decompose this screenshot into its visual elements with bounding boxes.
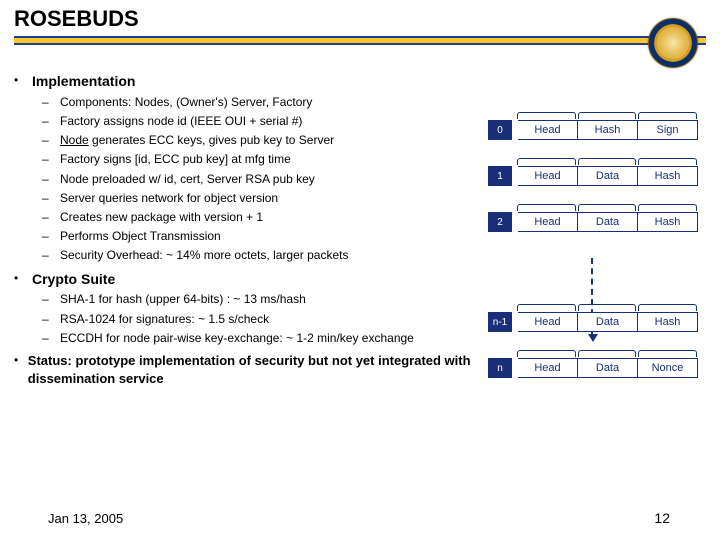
bullet-dot-icon: • [14, 72, 32, 91]
sub-text: Server queries network for object versio… [60, 190, 474, 206]
sub-text: Components: Nodes, (Owner's) Server, Fac… [60, 94, 474, 110]
sub-item: –Node preloaded w/ id, cert, Server RSA … [42, 171, 474, 187]
bullet-implementation: • Implementation [14, 72, 474, 91]
packet-cell: Data [578, 212, 638, 232]
packet-row: n-1 Head Data Hash [488, 312, 698, 332]
packet-diagram: 0 Head Hash Sign 1 Head Data Hash 2 Head… [488, 120, 698, 378]
packet-cell-head: Head [518, 120, 578, 140]
underline-word: Node [60, 133, 89, 147]
dash-icon: – [42, 190, 60, 206]
sub-text: Node generates ECC keys, gives pub key t… [60, 132, 474, 148]
packet-row: n Head Data Nonce [488, 358, 698, 378]
packet-cell-head: Head [518, 358, 578, 378]
bullet-dot-icon: • [14, 352, 28, 387]
packet-cell: Hash [638, 312, 698, 332]
sub-text: Performs Object Transmission [60, 228, 474, 244]
packet-cell-head: Head [518, 312, 578, 332]
bullet-label: Status: prototype implementation of secu… [28, 352, 474, 387]
brace-icon [516, 304, 698, 312]
sub-text-rest: generates ECC keys, gives pub key to Ser… [89, 133, 334, 147]
dash-icon: – [42, 94, 60, 110]
sub-item: –SHA-1 for hash (upper 64-bits) : ~ 13 m… [42, 291, 474, 307]
bullet-status: • Status: prototype implementation of se… [14, 352, 474, 387]
dash-icon: – [42, 113, 60, 129]
sub-text: Node preloaded w/ id, cert, Server RSA p… [60, 171, 474, 187]
bullet-crypto-suite: • Crypto Suite [14, 270, 474, 289]
packet-index: n-1 [488, 312, 512, 332]
packet-row: 1 Head Data Hash [488, 166, 698, 186]
sub-text: Factory signs [id, ECC pub key] at mfg t… [60, 151, 474, 167]
bullet-label: Implementation [32, 72, 135, 91]
sub-text: RSA-1024 for signatures: ~ 1.5 s/check [60, 311, 474, 327]
dash-icon: – [42, 132, 60, 148]
sub-item: –Security Overhead: ~ 14% more octets, l… [42, 247, 474, 263]
rule-bottom [14, 43, 706, 45]
sub-text: Factory assigns node id (IEEE OUI + seri… [60, 113, 474, 129]
brace-icon [516, 158, 698, 166]
sub-item: –Server queries network for object versi… [42, 190, 474, 206]
sub-item: –Creates new package with version + 1 [42, 209, 474, 225]
packet-cell: Data [578, 312, 638, 332]
packet-cell: Hash [578, 120, 638, 140]
sub-item: –RSA-1024 for signatures: ~ 1.5 s/check [42, 311, 474, 327]
sub-text: Creates new package with version + 1 [60, 209, 474, 225]
footer-date: Jan 13, 2005 [48, 511, 123, 526]
dash-icon: – [42, 228, 60, 244]
brace-icon [516, 204, 698, 212]
packet-index: n [488, 358, 512, 378]
packet-index: 1 [488, 166, 512, 186]
sub-text: SHA-1 for hash (upper 64-bits) : ~ 13 ms… [60, 291, 474, 307]
university-seal-icon [648, 18, 698, 68]
sub-item: –Node generates ECC keys, gives pub key … [42, 132, 474, 148]
sub-item: –Components: Nodes, (Owner's) Server, Fa… [42, 94, 474, 110]
dash-icon: – [42, 311, 60, 327]
sub-item: –Performs Object Transmission [42, 228, 474, 244]
sub-text: ECCDH for node pair-wise key-exchange: ~… [60, 330, 474, 346]
sub-text: Security Overhead: ~ 14% more octets, la… [60, 247, 474, 263]
packet-row: 2 Head Data Hash [488, 212, 698, 232]
bullet-label: Crypto Suite [32, 270, 115, 289]
brace-icon [516, 350, 698, 358]
dash-icon: – [42, 171, 60, 187]
sub-item: –Factory signs [id, ECC pub key] at mfg … [42, 151, 474, 167]
packet-cell: Hash [638, 212, 698, 232]
brace-icon [516, 112, 698, 120]
packet-index: 2 [488, 212, 512, 232]
dash-icon: – [42, 151, 60, 167]
dash-icon: – [42, 330, 60, 346]
dash-icon: – [42, 291, 60, 307]
packet-cell: Sign [638, 120, 698, 140]
packet-cell: Data [578, 166, 638, 186]
dash-icon: – [42, 209, 60, 225]
packet-cell: Nonce [638, 358, 698, 378]
packet-row: 0 Head Hash Sign [488, 120, 698, 140]
sub-item: –ECCDH for node pair-wise key-exchange: … [42, 330, 474, 346]
footer-page-number: 12 [654, 510, 670, 526]
bullet-dot-icon: • [14, 270, 32, 289]
slide-title: ROSEBUDS [14, 6, 139, 32]
packet-cell: Hash [638, 166, 698, 186]
slide-body: • Implementation –Components: Nodes, (Ow… [14, 70, 474, 387]
packet-cell-head: Head [518, 212, 578, 232]
packet-cell: Data [578, 358, 638, 378]
dash-icon: – [42, 247, 60, 263]
packet-cell-head: Head [518, 166, 578, 186]
sub-item: –Factory assigns node id (IEEE OUI + ser… [42, 113, 474, 129]
packet-index: 0 [488, 120, 512, 140]
